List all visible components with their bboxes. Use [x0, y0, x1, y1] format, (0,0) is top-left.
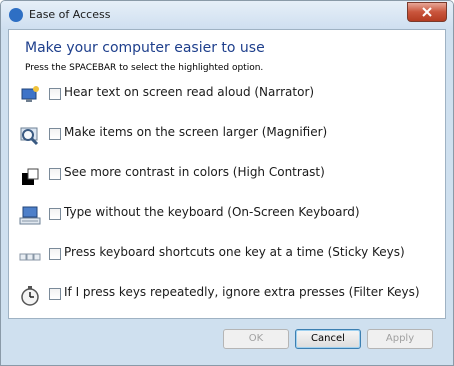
close-button[interactable] — [407, 2, 447, 22]
dialog-content: Make your computer easier to use Press t… — [8, 29, 446, 319]
apply-button[interactable]: Apply — [367, 329, 433, 349]
on-screen-keyboard-checkbox[interactable] — [49, 208, 61, 220]
high-contrast-icon — [22, 168, 39, 185]
sticky-keys-checkbox[interactable] — [49, 248, 61, 260]
cancel-button[interactable]: Cancel — [295, 329, 361, 349]
ease-of-access-icon — [9, 8, 23, 22]
narrator-label: Hear text on screen read aloud (Narrator… — [64, 85, 315, 99]
window-title: Ease of Access — [29, 8, 111, 21]
ok-button[interactable]: OK — [223, 329, 289, 349]
option-sticky-keys[interactable]: Press keyboard shortcuts one key at a ti… — [19, 245, 439, 273]
ease-of-access-window: Ease of Access Make your computer easier… — [0, 0, 454, 366]
close-icon — [422, 7, 432, 17]
high-contrast-label: See more contrast in colors (High Contra… — [64, 165, 325, 179]
on-screen-keyboard-icon — [19, 206, 41, 225]
magnifier-label: Make items on the screen larger (Magnifi… — [64, 125, 328, 139]
on-screen-keyboard-label: Type without the keyboard (On-Screen Key… — [64, 205, 360, 219]
option-narrator[interactable]: Hear text on screen read aloud (Narrator… — [19, 85, 439, 113]
magnifier-icon — [20, 127, 39, 146]
sticky-keys-icon — [19, 253, 41, 261]
narrator-checkbox[interactable] — [49, 88, 61, 100]
narrator-icon — [21, 86, 39, 102]
option-high-contrast[interactable]: See more contrast in colors (High Contra… — [19, 165, 439, 193]
filter-keys-icon — [21, 286, 39, 306]
filter-keys-label: If I press keys repeatedly, ignore extra… — [64, 285, 420, 299]
high-contrast-checkbox[interactable] — [49, 168, 61, 180]
instruction-text: Press the SPACEBAR to select the highlig… — [25, 63, 264, 73]
option-on-screen-keyboard[interactable]: Type without the keyboard (On-Screen Key… — [19, 205, 439, 233]
option-filter-keys[interactable]: If I press keys repeatedly, ignore extra… — [19, 285, 439, 313]
magnifier-checkbox[interactable] — [49, 128, 61, 140]
filter-keys-checkbox[interactable] — [49, 288, 61, 300]
sticky-keys-label: Press keyboard shortcuts one key at a ti… — [64, 245, 405, 259]
option-magnifier[interactable]: Make items on the screen larger (Magnifi… — [19, 125, 439, 153]
title-bar: Ease of Access — [1, 1, 453, 29]
page-heading: Make your computer easier to use — [25, 40, 265, 56]
